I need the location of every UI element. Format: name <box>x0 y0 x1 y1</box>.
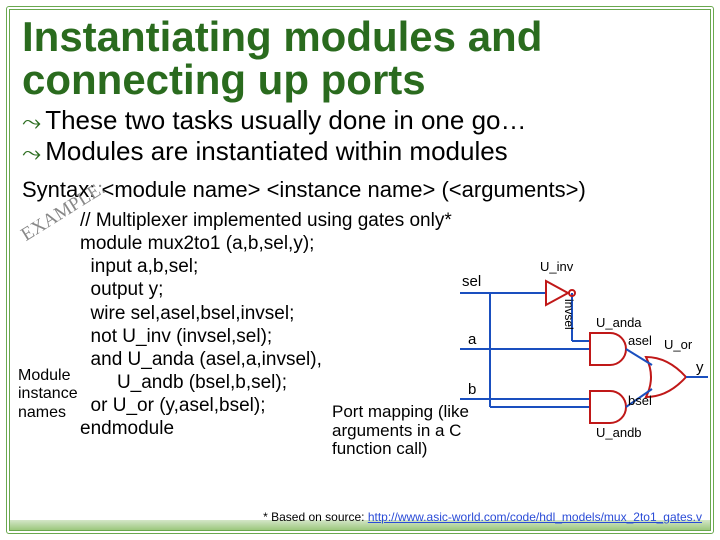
instance-names-annotation: Module instance names <box>18 367 78 422</box>
code-l6: and U_anda (asel,a,invsel), <box>80 349 322 370</box>
mux-gate-diagram: sel a b y U_inv invsel U_anda asel U_and… <box>460 273 708 443</box>
footnote-prefix: * Based on source: <box>263 510 368 524</box>
lbl-b: b <box>468 381 476 398</box>
lbl-uor: U_or <box>664 337 692 352</box>
bullet-2: ⤳ Modules are instantiated within module… <box>22 137 702 169</box>
code-l7: U_andb (bsel,b,sel); <box>80 372 287 393</box>
footnote: * Based on source: http://www.asic-world… <box>22 510 702 524</box>
annot-l1: Module <box>18 367 70 384</box>
code-l1: module mux2to1 (a,b,sel,y); <box>80 233 314 254</box>
port-mapping-annotation: Port mapping (like arguments in a C func… <box>332 403 469 459</box>
bullet-list: ⤳ These two tasks usually done in one go… <box>22 106 702 169</box>
bullet-2-text: Modules are instantiated within modules <box>45 137 507 167</box>
lbl-a: a <box>468 331 476 348</box>
code-l5: not U_inv (invsel,sel); <box>80 326 272 347</box>
code-l4: wire sel,asel,bsel,invsel; <box>80 303 294 324</box>
example-block: EXAMPLE: // Multiplexer implemented usin… <box>22 209 702 441</box>
lbl-uinv: U_inv <box>540 259 573 274</box>
bullet-1-text: These two tasks usually done in one go… <box>45 106 526 136</box>
lbl-y: y <box>696 359 704 376</box>
syntax-line: Syntax: <module name> <instance name> (<… <box>22 177 702 203</box>
code-l8: or U_or (y,asel,bsel); <box>80 395 265 416</box>
footnote-link[interactable]: http://www.asic-world.com/code/hdl_model… <box>368 510 702 524</box>
annot-l2: instance <box>18 385 78 402</box>
code-l0: // Multiplexer implemented using gates o… <box>80 210 452 231</box>
lbl-asel: asel <box>628 333 652 348</box>
code-l9: endmodule <box>80 418 174 439</box>
portnote-l1: Port mapping (like <box>332 402 469 421</box>
bullet-glyph: ⤳ <box>22 137 41 169</box>
slide-content: Instantiating modules and connecting up … <box>22 16 702 522</box>
slide-title: Instantiating modules and connecting up … <box>22 16 702 102</box>
bullet-glyph: ⤳ <box>22 106 41 138</box>
annot-l3: names <box>18 404 66 421</box>
lbl-bsel: bsel <box>628 393 652 408</box>
diagram-svg <box>460 273 708 443</box>
lbl-invsel: invsel <box>562 299 576 330</box>
bullet-1: ⤳ These two tasks usually done in one go… <box>22 106 702 138</box>
lbl-uanda: U_anda <box>596 315 642 330</box>
portnote-l3: function call) <box>332 439 427 458</box>
portnote-l2: arguments in a C <box>332 421 461 440</box>
lbl-uandb: U_andb <box>596 425 642 440</box>
lbl-sel: sel <box>462 273 481 290</box>
code-l2: input a,b,sel; <box>80 256 198 277</box>
code-l3: output y; <box>80 279 163 300</box>
